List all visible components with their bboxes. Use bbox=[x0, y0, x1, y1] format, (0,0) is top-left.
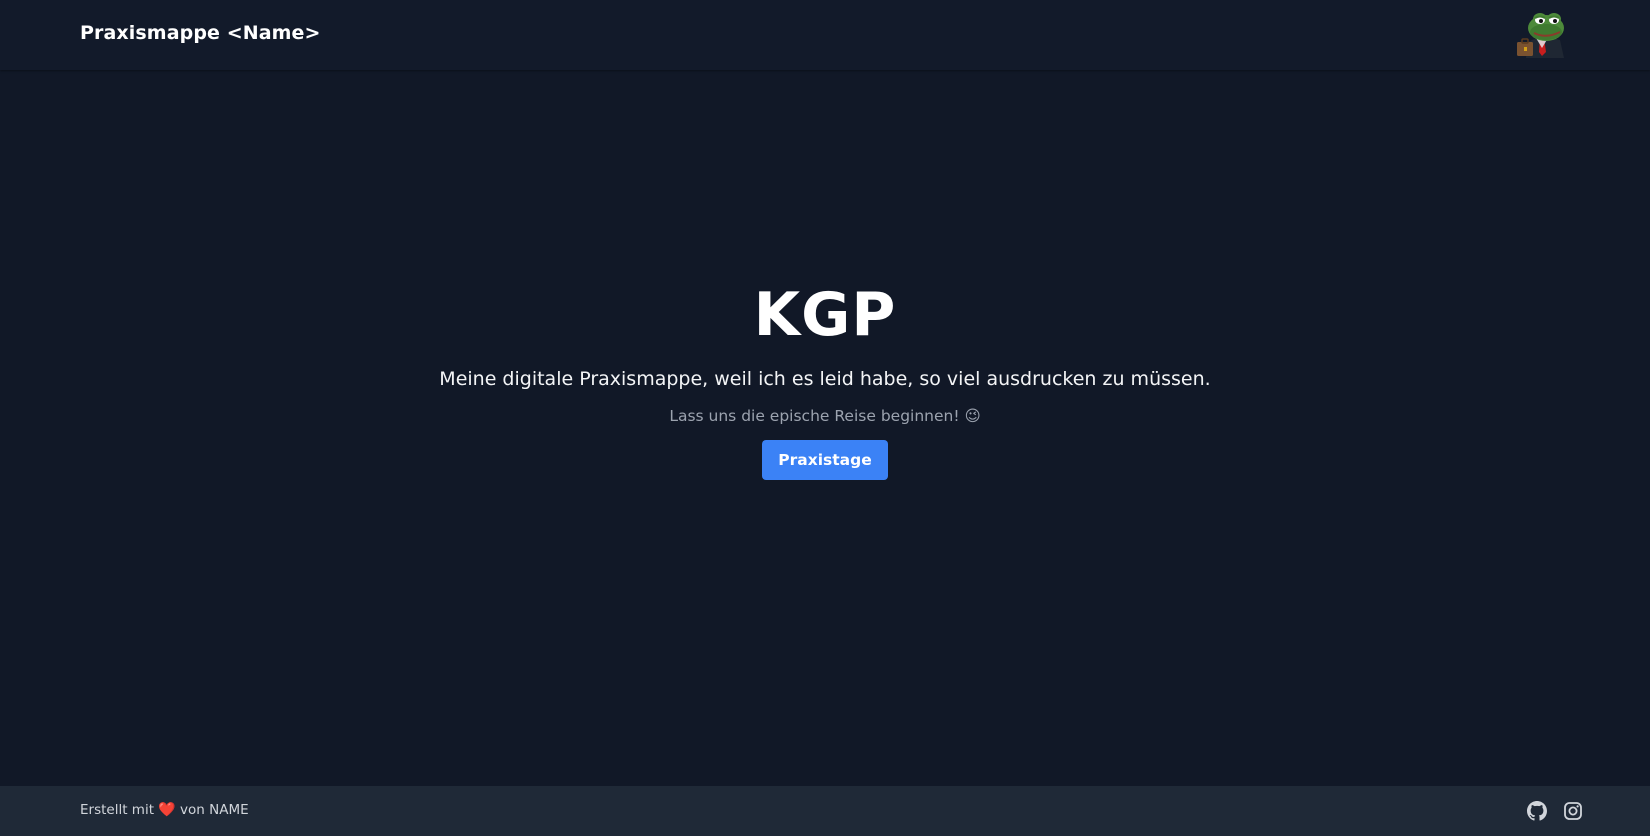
instagram-icon[interactable] bbox=[1563, 801, 1583, 821]
footer-text-after: von NAME bbox=[180, 802, 249, 818]
praxistage-button[interactable]: Praxistage bbox=[762, 440, 888, 480]
wink-emoji-icon: 😉 bbox=[964, 407, 981, 425]
brand-link[interactable]: Praxismappe <Name> bbox=[80, 22, 321, 44]
page-title: KGP bbox=[753, 280, 897, 350]
heart-icon: ❤️ bbox=[158, 802, 176, 818]
footer: Erstellt mit ❤️ von NAME bbox=[0, 786, 1650, 836]
hero-subtitle: Meine digitale Praxismappe, weil ich es … bbox=[439, 368, 1211, 390]
frog-avatar-icon[interactable] bbox=[1516, 8, 1568, 58]
hero-tagline: Lass uns die epische Reise beginnen! 😉 bbox=[0, 404, 1650, 428]
navbar: Praxismappe <Name> bbox=[0, 0, 1650, 70]
frog-avatar-graphic bbox=[1517, 13, 1564, 58]
github-icon[interactable] bbox=[1527, 801, 1547, 821]
hero-section: KGP Meine digitale Praxismappe, weil ich… bbox=[0, 270, 1650, 480]
instagram-icon-graphic bbox=[1564, 802, 1582, 820]
page: Praxismappe <Name> KGP Meine digitale Pr… bbox=[0, 0, 1650, 836]
footer-text-before: Erstellt mit bbox=[80, 802, 154, 818]
hero-tagline-text: Lass uns die epische Reise beginnen! bbox=[669, 407, 960, 425]
footer-credit: Erstellt mit ❤️ von NAME bbox=[80, 802, 249, 818]
github-icon-graphic bbox=[1527, 801, 1547, 821]
